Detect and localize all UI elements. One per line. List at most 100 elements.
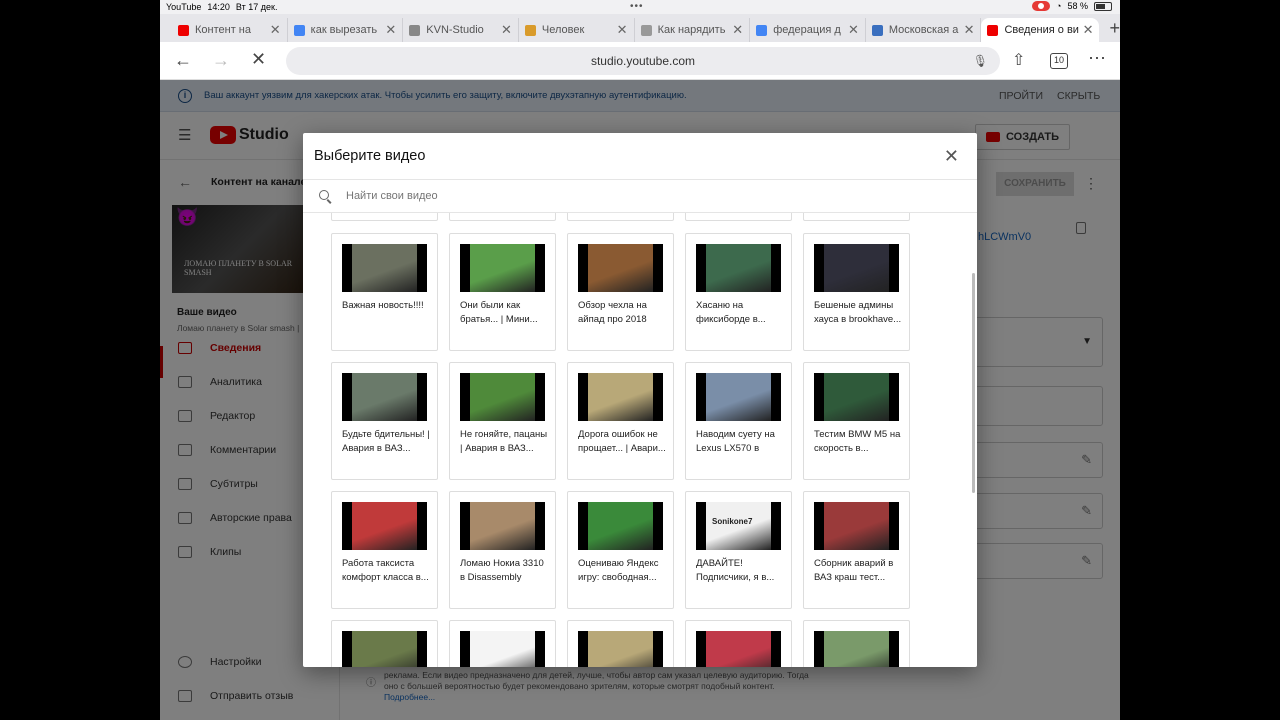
select-video-dialog: Выберите видео ✕ Важная новость!!!! Они б… [303, 133, 977, 667]
close-tab-icon[interactable]: ✕ [848, 22, 859, 38]
tab-count-button[interactable]: 10 [1050, 53, 1068, 69]
video-card[interactable]: Ломаю Нокиа 3310 в Disassembly [449, 491, 556, 609]
browser-tab[interactable]: Сведения о ви ✕ [981, 18, 1100, 42]
video-card[interactable] [803, 213, 910, 221]
new-tab-icon[interactable]: + [1109, 18, 1120, 39]
video-card[interactable] [685, 620, 792, 667]
close-tab-icon[interactable]: ✕ [732, 22, 743, 38]
video-thumbnail [814, 502, 899, 550]
browser-tab[interactable]: Контент на ✕ [172, 18, 288, 42]
tab-title: Человек [541, 24, 585, 36]
thumbnail-image [824, 631, 889, 667]
battery-percent: 58 % [1067, 1, 1088, 11]
video-card[interactable]: Бешеные админы хауса в brookhave... [803, 233, 910, 351]
close-tab-icon[interactable]: ✕ [964, 22, 975, 38]
video-card[interactable]: Они были как братья... | Мини... [449, 233, 556, 351]
close-tab-icon[interactable]: ✕ [270, 22, 281, 38]
video-card[interactable]: Хасаню на фиксиборде в... [685, 233, 792, 351]
tab-favicon-icon [178, 24, 189, 36]
status-bar: YouTube 14:20 Вт 17 дек. ••• ◔ 58 % [160, 0, 1120, 14]
video-thumbnail [578, 502, 663, 550]
multitask-dots[interactable]: ••• [630, 1, 644, 12]
video-caption: Важная новость!!!! [342, 300, 424, 311]
video-card[interactable]: Работа таксиста комфорт класса в... [331, 491, 438, 609]
video-card[interactable] [567, 620, 674, 667]
tab-favicon-icon [871, 24, 883, 36]
video-caption: Сборник аварий в ВАЗ краш тест... [814, 558, 894, 583]
thumbnail-image [824, 502, 889, 550]
video-caption: Бешеные админы хауса в brookhave... [814, 300, 902, 325]
forward-arrow-icon[interactable]: → [212, 50, 230, 71]
status-date: Вт 17 дек. [235, 2, 278, 12]
thumbnail-image [588, 502, 653, 550]
video-caption: Обзор чехла на айпад про 2018 [578, 300, 647, 325]
thumbnail-image [588, 244, 653, 292]
video-card[interactable]: Обзор чехла на айпад про 2018 [567, 233, 674, 351]
thumbnail-image [706, 631, 771, 667]
video-card[interactable] [331, 620, 438, 667]
thumbnail-image [470, 631, 535, 667]
video-card[interactable] [685, 213, 792, 221]
video-card[interactable] [331, 213, 438, 221]
video-grid: Важная новость!!!! Они были как братья...… [303, 213, 963, 667]
search-input[interactable] [346, 190, 746, 202]
share-icon[interactable]: ⇧ [1012, 50, 1025, 70]
video-card[interactable]: Важная новость!!!! [331, 233, 438, 351]
dialog-scrollbar[interactable] [972, 273, 975, 493]
thumbnail-image [824, 244, 889, 292]
video-card[interactable]: Наводим суету на Lexus LX570 в Rea... [685, 362, 792, 480]
video-card[interactable] [449, 213, 556, 221]
video-card[interactable]: Будьте бдительны! | Авария в ВАЗ... [331, 362, 438, 480]
video-caption: Не гоняйте, пацаны | Авария в ВАЗ... [460, 429, 548, 454]
browser-tab[interactable]: Как нарядить ✕ [635, 18, 751, 42]
close-tab-icon[interactable]: ✕ [617, 22, 628, 38]
stop-loading-icon[interactable]: ✕ [251, 49, 266, 70]
microphone-icon[interactable]: 🎙 [973, 47, 988, 75]
video-thumbnail [578, 373, 663, 421]
address-bar[interactable]: studio.youtube.com 🎙 [286, 47, 1000, 75]
video-thumbnail [460, 244, 545, 292]
video-thumbnail [814, 373, 899, 421]
browser-tab[interactable]: KVN-Studio ✕ [403, 18, 519, 42]
video-card[interactable] [567, 213, 674, 221]
browser-tab[interactable]: как вырезать ✕ [288, 18, 404, 42]
video-card[interactable]: Не гоняйте, пацаны | Авария в ВАЗ... [449, 362, 556, 480]
wifi-icon: ◔ [1056, 1, 1062, 11]
back-arrow-icon[interactable]: ← [174, 50, 192, 71]
video-caption: Тестим BMW M5 на скорость в... [814, 429, 901, 454]
browser-tab[interactable]: Московская а ✕ [866, 18, 982, 42]
video-caption: Будьте бдительны! | Авария в ВАЗ... [342, 429, 430, 454]
video-card[interactable]: Сборник аварий в ВАЗ краш тест... [803, 491, 910, 609]
tab-bar: Контент на ✕ как вырезать ✕ KVN-Studio ✕ Челов… [160, 14, 1120, 42]
video-thumbnail: Sonikone7 [696, 502, 781, 550]
tab-favicon-icon [293, 24, 305, 36]
url-text: studio.youtube.com [590, 54, 696, 68]
back-to-app-indicator[interactable]: YouTube [166, 2, 201, 12]
close-tab-icon[interactable]: ✕ [1083, 22, 1094, 38]
tab-favicon-icon [524, 24, 536, 36]
video-caption: ДАВАЙТЕ! Подписчики, я в... [696, 558, 775, 583]
thumbnail-image [352, 631, 417, 667]
thumbnail-image [706, 502, 771, 550]
close-tab-icon[interactable]: ✕ [385, 22, 396, 38]
video-card[interactable]: Тестим BMW M5 на скорость в... [803, 362, 910, 480]
video-thumbnail [814, 244, 899, 292]
video-thumbnail [696, 631, 781, 667]
close-icon[interactable]: ✕ [944, 147, 959, 165]
tab-title: Сведения о ви [1004, 24, 1079, 36]
tab-favicon-icon [756, 24, 768, 36]
browser-tab[interactable]: федерация д ✕ [750, 18, 866, 42]
video-thumbnail [814, 631, 899, 667]
video-card[interactable] [449, 620, 556, 667]
thumbnail-image [352, 502, 417, 550]
browser-window: YouTube 14:20 Вт 17 дек. ••• ◔ 58 % Конт… [160, 0, 1120, 720]
close-tab-icon[interactable]: ✕ [501, 22, 512, 38]
video-card[interactable]: Sonikone7 ДАВАЙТЕ! Подписчики, я в... [685, 491, 792, 609]
battery-icon [1094, 1, 1112, 11]
video-card[interactable]: Дорога ошибок не прощает... | Авари... [567, 362, 674, 480]
more-menu-icon[interactable]: ⋯ [1088, 48, 1106, 69]
video-card[interactable]: Оцениваю Яндекс игру: свободная... [567, 491, 674, 609]
browser-tab[interactable]: Человек ✕ [519, 18, 635, 42]
video-thumbnail [342, 373, 427, 421]
video-card[interactable] [803, 620, 910, 667]
